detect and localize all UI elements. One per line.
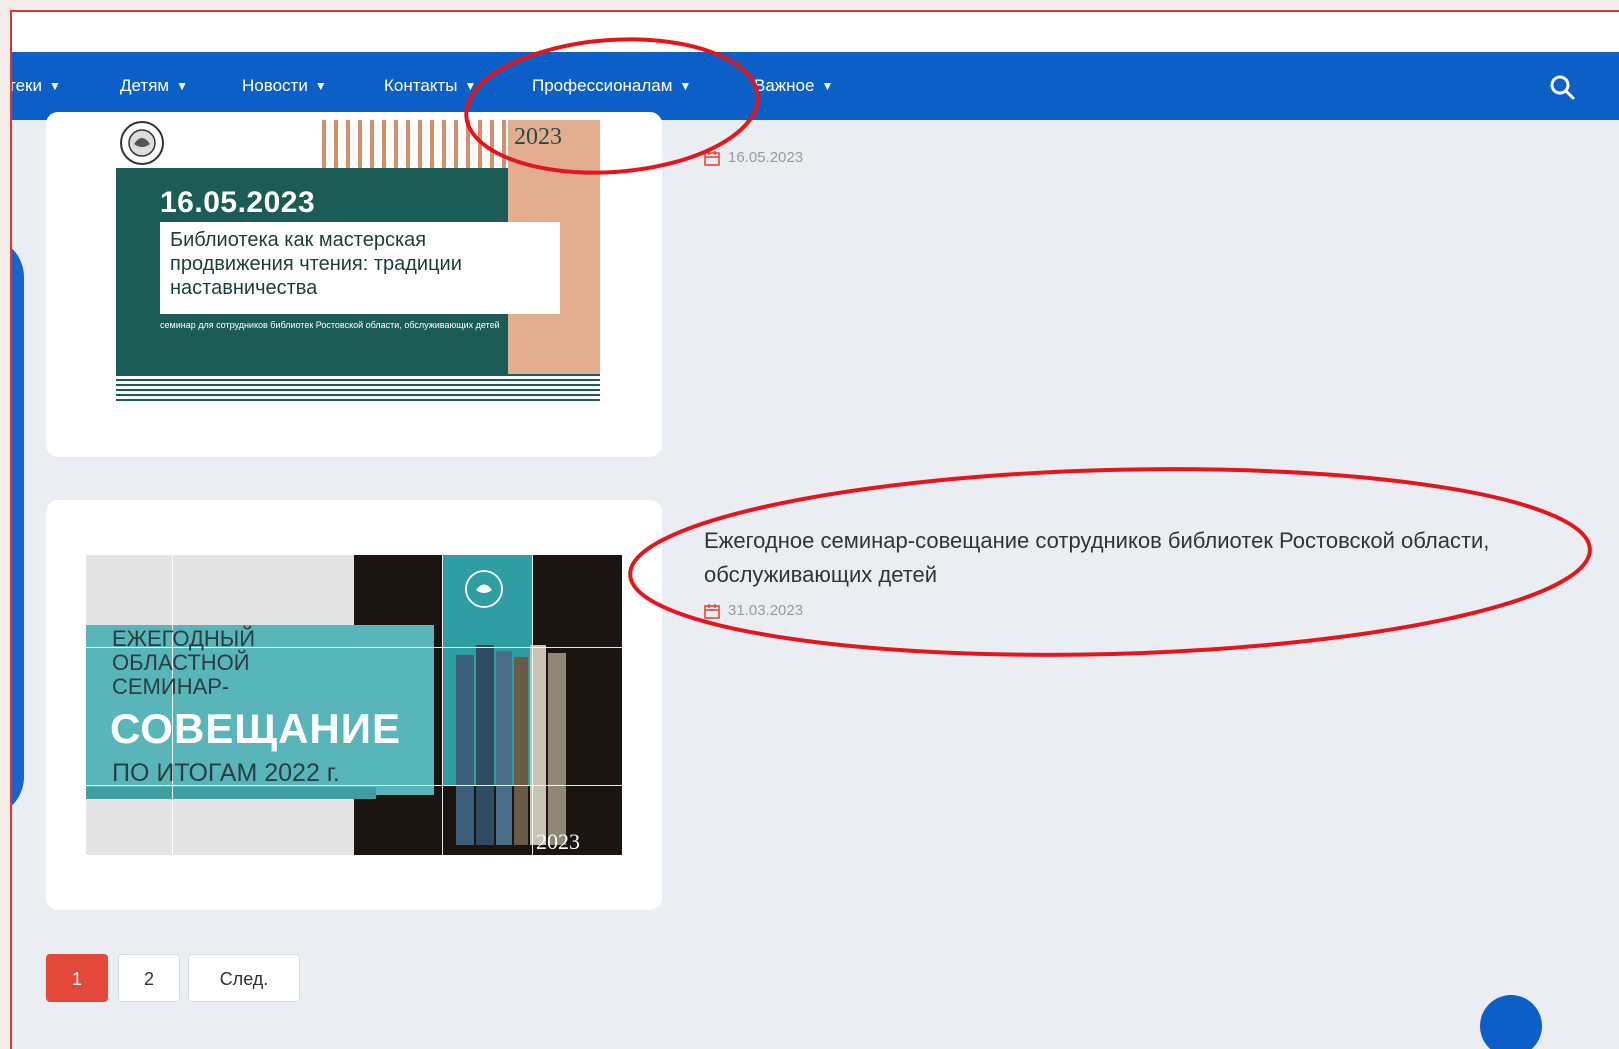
calendar-icon bbox=[704, 151, 720, 166]
books-illustration bbox=[456, 645, 566, 845]
library-emblem-icon bbox=[120, 121, 164, 165]
nav-item-label: Профессионалам bbox=[532, 76, 673, 95]
post-date: 31.03.2023 bbox=[704, 602, 803, 619]
post-date-text: 31.03.2023 bbox=[728, 602, 804, 619]
main-navigation: теки ▼ Детям ▼ Новости ▼ Контакты ▼ Професси… bbox=[12, 52, 1619, 120]
nav-item-libraries[interactable]: теки ▼ bbox=[10, 76, 61, 96]
post-poster-image[interactable]: ЕЖЕГОДНЫЙ ОБЛАСТНОЙ СЕМИНАР- СОВЕЩАНИЕ П… bbox=[86, 555, 622, 855]
poster-big-title: СОВЕЩАНИЕ bbox=[110, 705, 401, 752]
poster-line: ОБЛАСТНОЙ bbox=[112, 650, 250, 675]
post-title-link[interactable]: Ежегодное семинар-совещание сотрудников … bbox=[704, 524, 1584, 592]
post-date: 16.05.2023 bbox=[704, 149, 803, 166]
poster-heading: ЕЖЕГОДНЫЙ ОБЛАСТНОЙ СЕМИНАР- bbox=[112, 627, 255, 699]
nav-item-label: Контакты bbox=[384, 76, 458, 95]
search-icon[interactable] bbox=[1549, 74, 1575, 100]
poster-grid-line bbox=[532, 555, 533, 855]
decorative-side-shape bbox=[12, 237, 24, 817]
poster-line: СЕМИНАР- bbox=[112, 674, 230, 699]
poster-year: 2023 bbox=[514, 124, 562, 150]
chevron-down-icon: ▼ bbox=[176, 79, 188, 93]
post-card[interactable]: 2023 16.05.2023 Библиотека как мастерска… bbox=[46, 112, 662, 457]
chevron-down-icon: ▼ bbox=[48, 79, 61, 93]
poster-line: ПО ИТОГАМ 2022 г. bbox=[112, 759, 340, 787]
poster-subtitle: семинар для сотрудников библиотек Ростов… bbox=[160, 320, 500, 330]
chevron-down-icon: ▼ bbox=[679, 79, 692, 93]
chevron-down-icon: ▼ bbox=[314, 79, 327, 93]
site-header-top bbox=[12, 12, 1619, 52]
nav-item-children[interactable]: Детям ▼ bbox=[120, 76, 188, 96]
poster-stripes bbox=[322, 120, 508, 168]
poster-title-box: Библиотека как мастерская продвижения чт… bbox=[160, 222, 560, 314]
nav-item-important[interactable]: Важное ▼ bbox=[754, 76, 833, 96]
poster-lines bbox=[116, 374, 600, 402]
poster-year: 2023 bbox=[536, 829, 580, 854]
post-card[interactable]: ЕЖЕГОДНЫЙ ОБЛАСТНОЙ СЕМИНАР- СОВЕЩАНИЕ П… bbox=[46, 500, 662, 910]
browser-viewport: теки ▼ Детям ▼ Новости ▼ Контакты ▼ Професси… bbox=[10, 10, 1619, 1049]
page-button-2[interactable]: 2 bbox=[118, 954, 180, 1002]
nav-item-news[interactable]: Новости ▼ bbox=[242, 76, 327, 96]
nav-item-label: теки bbox=[10, 76, 42, 95]
post-date-text: 16.05.2023 bbox=[728, 149, 804, 166]
next-page-button[interactable]: След. bbox=[188, 954, 300, 1002]
poster-date: 16.05.2023 bbox=[160, 186, 316, 219]
nav-item-label: Детям bbox=[120, 76, 170, 95]
page-button-1[interactable]: 1 bbox=[46, 954, 108, 1002]
library-emblem-icon bbox=[465, 570, 503, 608]
nav-item-contacts[interactable]: Контакты ▼ bbox=[384, 76, 476, 96]
chevron-down-icon: ▼ bbox=[464, 79, 477, 93]
nav-item-professionals[interactable]: Профессионалам ▼ bbox=[532, 76, 691, 96]
poster-line: ЕЖЕГОДНЫЙ bbox=[112, 626, 256, 651]
nav-item-label: Важное bbox=[754, 76, 815, 95]
post-poster-image[interactable]: 2023 16.05.2023 Библиотека как мастерска… bbox=[116, 120, 600, 402]
poster-band-line bbox=[86, 787, 376, 799]
calendar-icon bbox=[704, 604, 720, 619]
nav-item-label: Новости bbox=[242, 76, 308, 95]
poster-grid-line bbox=[442, 555, 443, 855]
chevron-down-icon: ▼ bbox=[821, 79, 834, 93]
poster-title: Библиотека как мастерская продвижения чт… bbox=[170, 229, 462, 299]
scroll-to-top-button[interactable] bbox=[1480, 995, 1542, 1049]
